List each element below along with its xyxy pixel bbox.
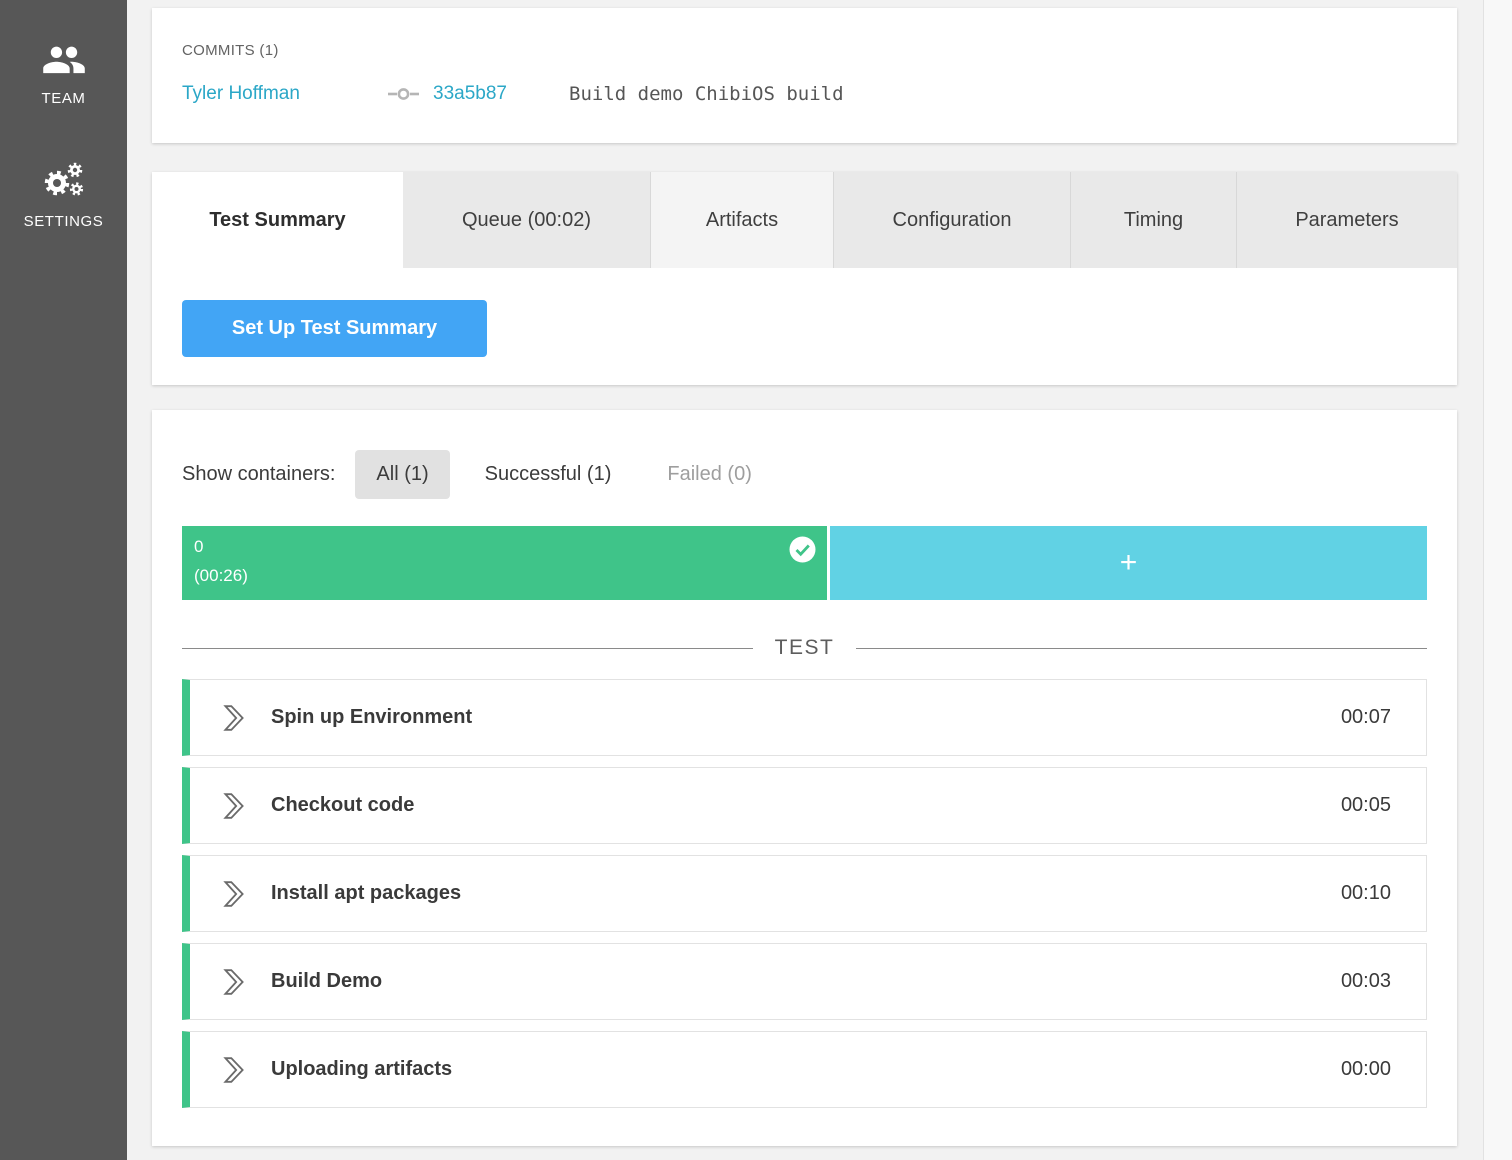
tab-queue[interactable]: Queue (00:02) [403,172,651,268]
divider-line [182,648,753,649]
success-check-icon [789,536,816,568]
step-name: Build Demo [271,970,1341,993]
step-duration: 00:05 [1341,794,1391,817]
commit-hash-link[interactable]: 33a5b87 [433,83,569,105]
commit-message: Build demo ChibiOS build [569,83,844,105]
tab-artifacts[interactable]: Artifacts [651,172,834,268]
expand-chevron-icon[interactable] [222,792,246,820]
step-row-checkout-code[interactable]: Checkout code 00:05 [182,767,1427,844]
test-section-divider: TEST [182,636,1427,660]
step-name: Checkout code [271,794,1341,817]
commits-header: COMMITS (1) [182,42,1427,59]
expand-chevron-icon[interactable] [222,880,246,908]
tab-configuration[interactable]: Configuration [834,172,1071,268]
tab-bar: Test Summary Queue (00:02) Artifacts Con… [152,172,1457,268]
test-section-title: TEST [753,636,857,660]
expand-chevron-icon[interactable] [222,968,246,996]
commit-row: Tyler Hoffman 33a5b87 Build demo ChibiOS… [182,83,1427,105]
tab-timing[interactable]: Timing [1071,172,1237,268]
container-filter-row: Show containers: All (1) Successful (1) … [182,450,1427,499]
step-row-spin-up-environment[interactable]: Spin up Environment 00:07 [182,679,1427,756]
main-content: COMMITS (1) Tyler Hoffman 33a5b87 Build … [152,0,1457,1146]
filter-failed[interactable]: Failed (0) [646,450,772,499]
settings-gears-icon [40,159,88,203]
container-0-bar[interactable]: 0 (00:26) [182,526,827,600]
divider-line [856,648,1427,649]
container-index: 0 [194,535,815,559]
test-summary-panel: Set Up Test Summary [152,268,1457,389]
add-container-button[interactable]: + [830,526,1427,600]
filter-all[interactable]: All (1) [355,450,449,499]
containers-card: Show containers: All (1) Successful (1) … [152,410,1457,1146]
sidebar-item-label: TEAM [41,90,85,107]
commit-icon [388,86,419,102]
step-duration: 00:03 [1341,970,1391,993]
filter-successful[interactable]: Successful (1) [464,450,633,499]
container-duration: (00:26) [194,564,815,588]
plus-icon: + [1120,546,1138,580]
setup-test-summary-button[interactable]: Set Up Test Summary [182,300,487,357]
scrollbar-track[interactable] [1483,0,1512,1160]
step-duration: 00:07 [1341,706,1391,729]
show-containers-label: Show containers: [182,463,335,486]
team-people-icon [41,36,87,80]
tab-parameters[interactable]: Parameters [1237,172,1457,268]
step-duration: 00:10 [1341,882,1391,905]
sidebar-item-team[interactable]: TEAM [41,36,87,107]
sidebar-item-settings[interactable]: SETTINGS [24,159,104,230]
step-name: Install apt packages [271,882,1341,905]
expand-chevron-icon[interactable] [222,704,246,732]
sidebar: TEAM SETTINGS [0,0,127,1160]
tab-test-summary[interactable]: Test Summary [152,172,403,268]
commit-author-link[interactable]: Tyler Hoffman [182,83,388,105]
step-row-build-demo[interactable]: Build Demo 00:03 [182,943,1427,1020]
sidebar-item-label: SETTINGS [24,213,104,230]
step-name: Spin up Environment [271,706,1341,729]
step-list: Spin up Environment 00:07 Checkout code … [182,679,1427,1108]
step-duration: 00:00 [1341,1058,1391,1081]
step-name: Uploading artifacts [271,1058,1341,1081]
step-row-uploading-artifacts[interactable]: Uploading artifacts 00:00 [182,1031,1427,1108]
build-tabs-card: Test Summary Queue (00:02) Artifacts Con… [152,172,1457,385]
expand-chevron-icon[interactable] [222,1056,246,1084]
container-bars: 0 (00:26) + [182,526,1427,600]
step-row-install-apt-packages[interactable]: Install apt packages 00:10 [182,855,1427,932]
commits-card: COMMITS (1) Tyler Hoffman 33a5b87 Build … [152,8,1457,143]
